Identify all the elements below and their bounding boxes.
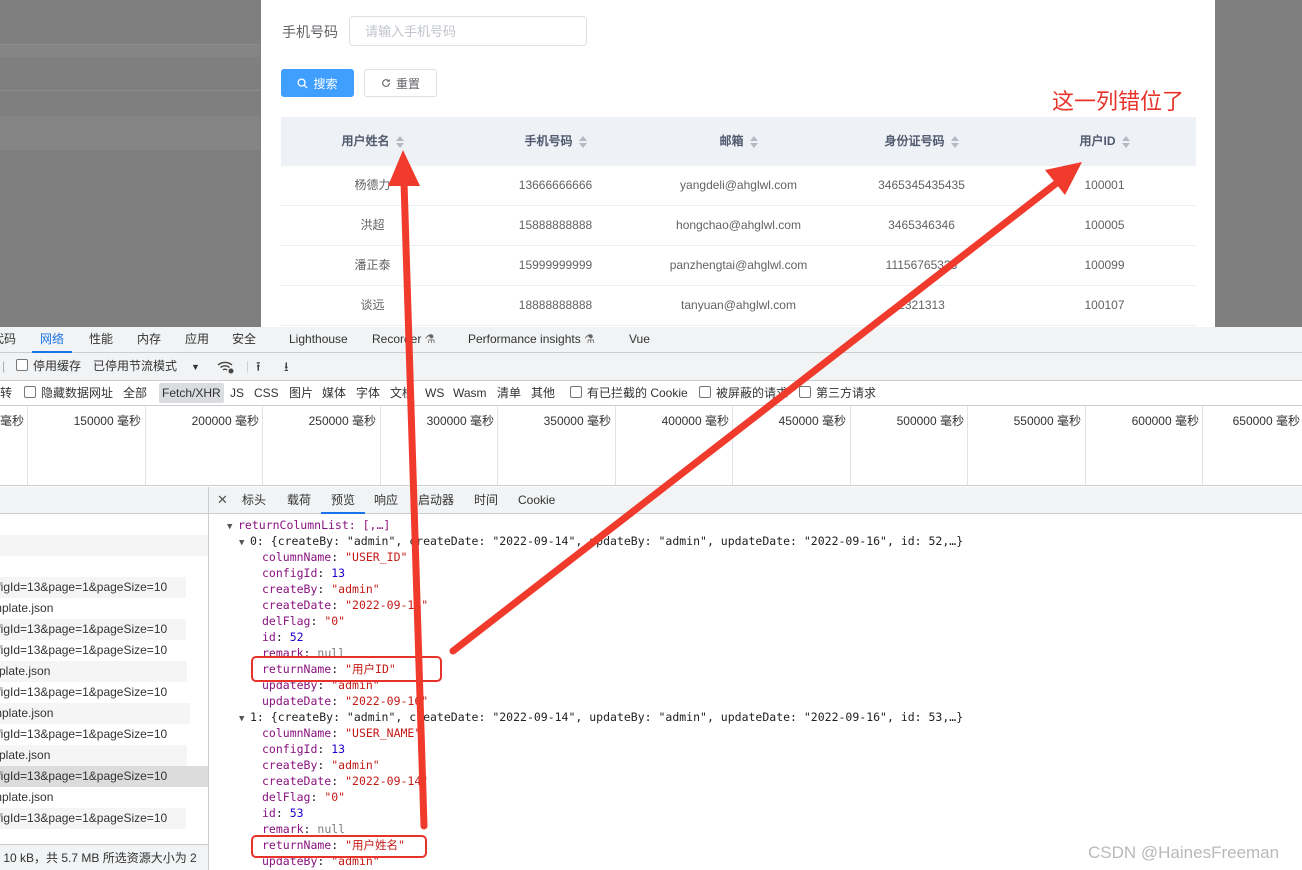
arrow-to-user-name-column	[388, 150, 428, 830]
annotation-text: 这一列错位了	[1052, 89, 1185, 114]
watermark: CSDN @HainesFreeman	[1088, 843, 1280, 862]
annotation-arrows	[388, 150, 1082, 830]
arrow-to-user-id-column	[449, 162, 1082, 655]
